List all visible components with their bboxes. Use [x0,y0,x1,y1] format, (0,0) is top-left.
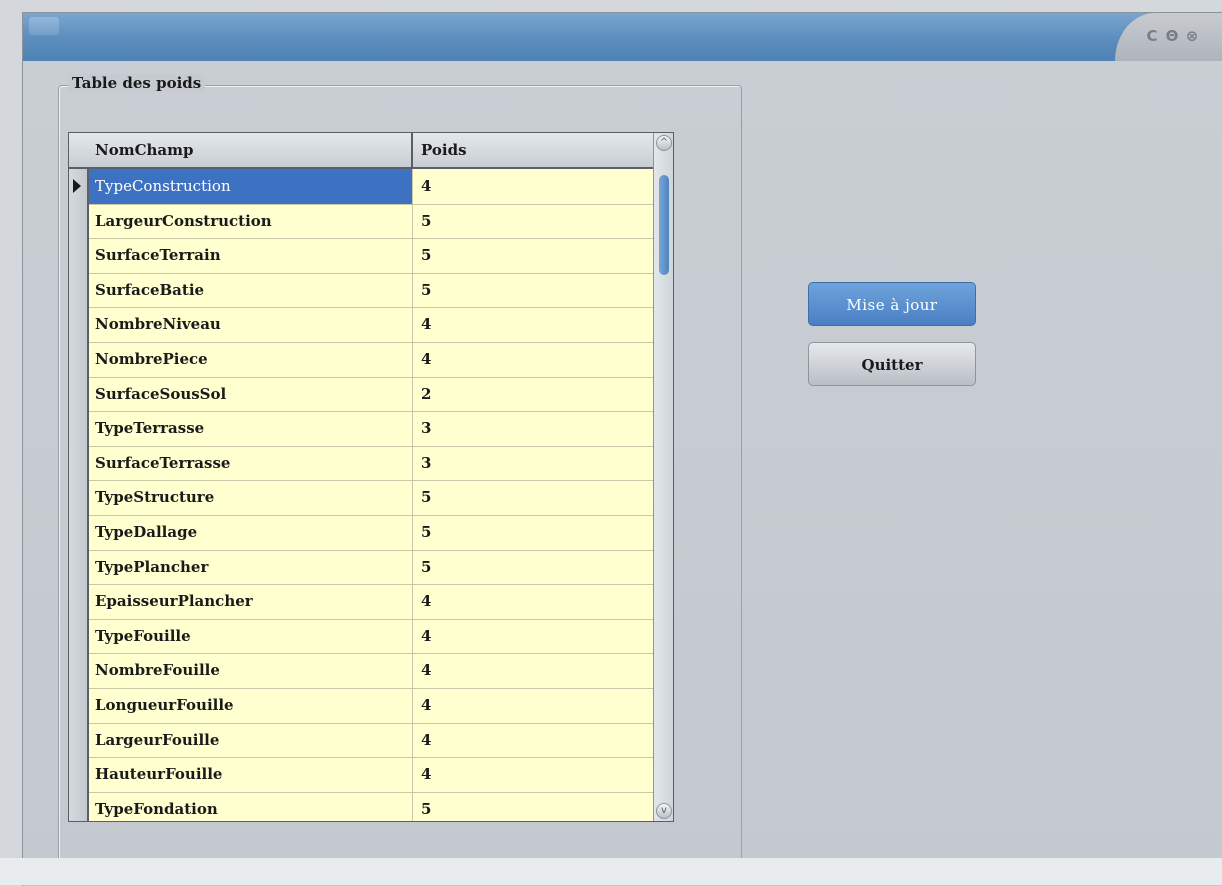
cell-nomchamp[interactable]: SurfaceSousSol [89,376,413,412]
app-icon [29,17,59,35]
cell-nomchamp[interactable]: TypeFouille [89,618,413,654]
table-row[interactable]: TypeFouille 4 [69,618,653,655]
cell-nomchamp[interactable]: EpaisseurPlancher [89,584,413,619]
cell-nomchamp[interactable]: LargeurConstruction [89,203,413,239]
cell-poids[interactable]: 5 [415,515,647,550]
row-selector[interactable] [69,757,89,792]
title-bar[interactable]: C Θ ⊗ [23,13,1222,61]
table-row[interactable]: SurfaceBatie 5 [69,272,653,309]
quit-button[interactable]: Quitter [808,342,976,386]
table-row[interactable]: NombreFouille 4 [69,653,653,689]
bottom-strip [0,858,1222,885]
cell-poids[interactable]: 4 [415,584,647,619]
row-selector[interactable] [69,722,89,758]
cell-nomchamp[interactable]: TypeFondation [89,791,413,821]
table-row[interactable]: TypeConstruction 4 [69,169,653,205]
cell-poids[interactable]: 3 [415,446,647,481]
cell-nomchamp[interactable]: SurfaceBatie [89,272,413,308]
cell-nomchamp[interactable]: NombreNiveau [89,307,413,342]
cell-nomchamp[interactable]: SurfaceTerrasse [89,445,413,481]
cell-poids[interactable]: 3 [415,411,647,446]
cell-poids[interactable]: 5 [415,204,647,239]
table-row[interactable]: EpaisseurPlancher 4 [69,584,653,620]
table-row[interactable]: LongueurFouille 4 [69,688,653,724]
cell-nomchamp[interactable]: LongueurFouille [89,688,413,723]
table-row[interactable]: TypeFondation 5 [69,791,653,821]
current-row-indicator-icon [73,179,81,193]
weights-table[interactable]: NomChamp Poids TypeConstruction 4 LargeurC… [68,132,674,822]
cell-nomchamp[interactable]: HauteurFouille [89,757,413,792]
table-row[interactable]: NombrePiece 4 [69,342,653,378]
close-icon[interactable]: ⊗ [1183,27,1201,45]
scrollbar-thumb[interactable] [659,175,669,275]
update-button[interactable]: Mise à jour [808,282,976,326]
row-selector[interactable] [69,480,89,515]
row-selector[interactable] [69,411,89,446]
cell-poids[interactable]: 4 [415,688,647,723]
table-row[interactable]: NombreNiveau 4 [69,307,653,343]
column-header-poids[interactable]: Poids [415,133,647,167]
table-row[interactable]: TypeTerrasse 3 [69,411,653,447]
table-header: NomChamp Poids [69,133,673,169]
row-selector[interactable] [69,549,89,585]
cell-poids[interactable]: 4 [415,757,647,792]
table-row[interactable]: SurfaceTerrain 5 [69,238,653,274]
row-selector[interactable] [69,376,89,412]
cell-poids[interactable]: 5 [415,480,647,515]
row-selector[interactable] [69,342,89,377]
vertical-scrollbar[interactable]: ^ v [653,133,673,821]
cell-poids[interactable]: 4 [415,653,647,688]
table-row[interactable]: SurfaceTerrasse 3 [69,445,653,482]
scroll-up-icon[interactable]: ^ [656,135,672,151]
cell-poids[interactable]: 2 [415,377,647,412]
cell-poids[interactable]: 4 [415,169,647,204]
row-selector[interactable] [69,653,89,688]
cell-nomchamp[interactable]: TypePlancher [89,549,413,585]
table-row[interactable]: TypeDallage 5 [69,515,653,551]
cell-poids[interactable]: 4 [415,723,647,758]
title-bar-controls-area: C Θ ⊗ [1115,13,1222,61]
table-row[interactable]: SurfaceSousSol 2 [69,376,653,413]
row-selector[interactable] [69,169,89,204]
table-row[interactable]: TypePlancher 5 [69,549,653,586]
cell-poids[interactable]: 5 [415,273,647,308]
minimize-icon[interactable]: C [1143,27,1161,45]
row-selector[interactable] [69,445,89,481]
cell-nomchamp[interactable]: NombreFouille [89,653,413,688]
cell-poids[interactable]: 4 [415,307,647,342]
group-title: Table des poids [68,74,206,92]
table-row[interactable]: HauteurFouille 4 [69,757,653,793]
table-row[interactable]: LargeurFouille 4 [69,722,653,759]
row-selector[interactable] [69,791,89,821]
cell-poids[interactable]: 4 [415,342,647,377]
row-selector[interactable] [69,618,89,654]
row-selector[interactable] [69,515,89,550]
row-selector[interactable] [69,272,89,308]
cell-poids[interactable]: 5 [415,238,647,273]
row-selector[interactable] [69,688,89,723]
row-selector[interactable] [69,307,89,342]
cell-poids[interactable]: 4 [415,619,647,654]
column-header-nomchamp[interactable]: NomChamp [89,133,413,167]
row-selector[interactable] [69,238,89,273]
cell-nomchamp[interactable]: TypeDallage [89,515,413,550]
table-row[interactable]: TypeStructure 5 [69,480,653,516]
row-selector[interactable] [69,203,89,239]
cell-nomchamp[interactable]: SurfaceTerrain [89,238,413,273]
maximize-icon[interactable]: Θ [1163,27,1181,45]
row-selector[interactable] [69,584,89,619]
cell-nomchamp[interactable]: TypeConstruction [89,169,413,204]
cell-nomchamp[interactable]: TypeStructure [89,480,413,515]
table-row[interactable]: LargeurConstruction 5 [69,203,653,240]
cell-nomchamp[interactable]: LargeurFouille [89,722,413,758]
scroll-down-icon[interactable]: v [656,803,672,819]
cell-poids[interactable]: 5 [415,792,647,821]
cell-poids[interactable]: 5 [415,550,647,585]
cell-nomchamp[interactable]: TypeTerrasse [89,411,413,446]
cell-nomchamp[interactable]: NombrePiece [89,342,413,377]
